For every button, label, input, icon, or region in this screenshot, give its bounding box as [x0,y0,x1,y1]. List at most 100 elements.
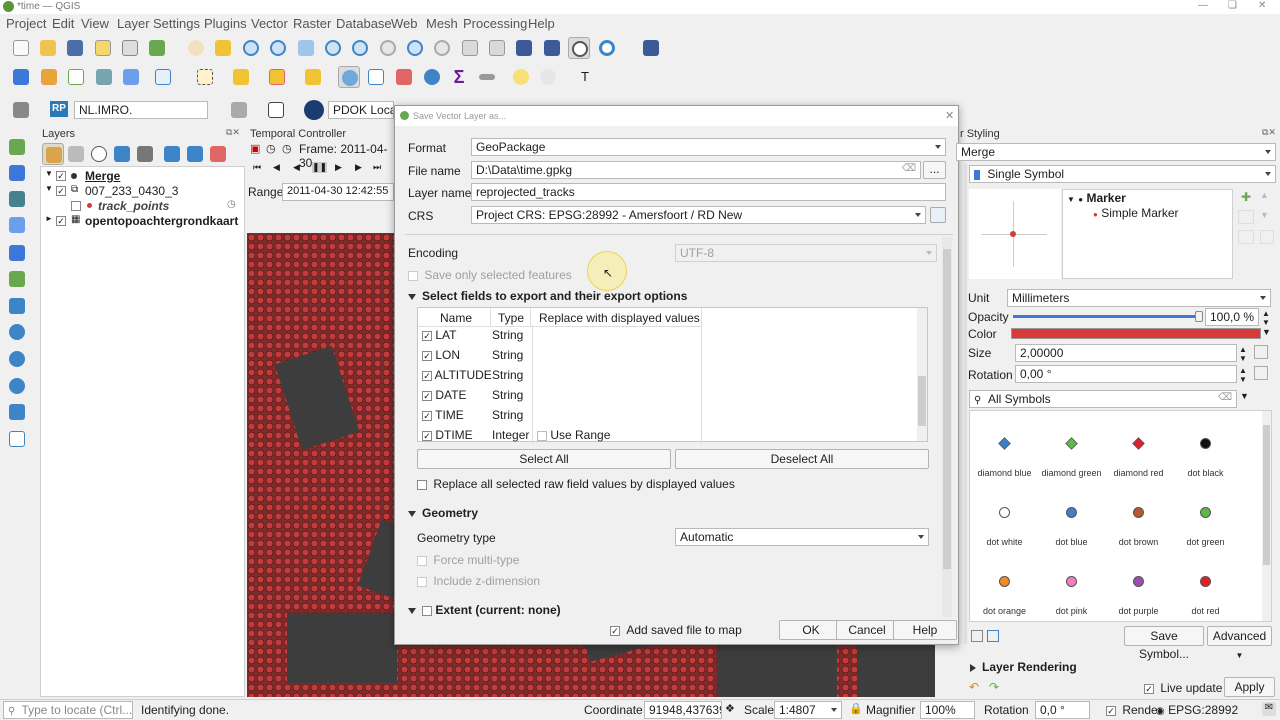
new-virtual-layer-icon[interactable] [152,66,174,88]
layer-rendering-section[interactable]: Layer Rendering [970,660,1077,674]
export-icon[interactable] [265,99,287,121]
add-delimited-text-icon[interactable] [6,214,28,236]
rp-badge[interactable]: RP [50,101,68,117]
undo-icon[interactable]: ↶ [969,680,983,694]
add-wms-icon[interactable] [6,321,28,343]
layer-stack-icon[interactable] [10,99,32,121]
rewind-to-start-icon[interactable]: ⏮ [253,162,261,173]
table-row[interactable]: ✓ LAT String [418,325,702,345]
options-scrollbar-thumb[interactable] [943,249,951,569]
toggle-extents-icon[interactable]: ❖ [725,702,735,715]
symbols-scrollbar[interactable] [1262,411,1271,621]
table-row[interactable]: ✓ DATE String [418,385,702,405]
field-date-checkbox[interactable]: ✓ [422,390,432,401]
previous-frame-icon[interactable]: ◀ [273,162,280,173]
save-symbol-button[interactable]: Save Symbol... [1124,626,1204,661]
symbol-item[interactable]: diamond blue [971,413,1038,482]
live-update-row[interactable]: ✓ Live update [1144,681,1222,695]
column-header-name[interactable]: Name [440,311,472,325]
pan-to-selection-icon[interactable] [212,37,234,59]
remove-layer-icon[interactable] [207,143,229,165]
geometry-type-combobox[interactable]: Automatic [675,528,929,546]
zoom-out-icon[interactable] [267,37,289,59]
merge-visible-checkbox[interactable]: ✓ [56,171,66,181]
symbol-item[interactable]: dot orange [971,551,1038,620]
layout-manager-icon[interactable] [119,37,141,59]
new-project-icon[interactable] [10,37,32,59]
layer-item-track-points[interactable]: track_points ◷ [41,199,241,214]
data-source-manager-icon[interactable] [10,66,32,88]
select-all-button[interactable]: Select All [417,449,671,469]
zoom-in-icon[interactable] [240,37,262,59]
open-project-icon[interactable] [37,37,59,59]
spin-arrows-icon[interactable]: ▲ ▼ [1239,366,1247,384]
add-wfs-icon[interactable] [6,348,28,370]
menu-project[interactable]: Project [6,16,46,31]
magnifier-spinbox[interactable]: 100% [920,701,975,719]
add-wcs-icon[interactable] [6,375,28,397]
field-time-checkbox[interactable]: ✓ [422,410,432,421]
lock-scale-icon[interactable]: 🔒 [849,702,863,715]
new-print-layout-icon[interactable] [92,37,114,59]
add-group-icon[interactable] [65,143,87,165]
new-geopackage-icon[interactable] [38,66,60,88]
ok-button[interactable]: OK [779,620,843,640]
spin-arrows-icon[interactable]: ▲ ▼ [1262,309,1270,327]
locator-search-input[interactable]: ⚲ Type to locate (Ctrl... [3,701,133,719]
measure-line-icon[interactable] [476,66,498,88]
dialog-close-icon[interactable]: ✕ [945,109,954,122]
zoom-full-icon[interactable] [295,37,317,59]
temporal-controller-icon[interactable] [568,37,590,59]
fields-scrollbar[interactable] [917,308,927,441]
scale-combobox[interactable]: 1:4807 [774,701,842,719]
opacity-slider-handle[interactable] [1195,311,1203,322]
manage-visibility-icon[interactable] [88,143,110,165]
maximize-icon[interactable]: ❑ [1228,0,1237,11]
menu-web[interactable]: Web [391,16,418,31]
symbol-item[interactable]: dot red [1172,551,1239,620]
save-selected-row[interactable]: Save only selected features [408,268,572,282]
filter-expression-icon[interactable] [134,143,156,165]
field-altitude-checkbox[interactable]: ✓ [422,370,432,381]
extent-checkbox[interactable] [422,605,432,616]
table-row[interactable]: ✓ TIME String [418,405,702,425]
track-points-visible-checkbox[interactable] [71,201,81,211]
menu-settings[interactable]: Settings [153,16,200,31]
style-manager-icon[interactable] [146,37,168,59]
zoom-next-icon[interactable] [431,37,453,59]
imro-search-input[interactable]: NL.IMRO. [74,101,208,119]
format-combobox[interactable]: GeoPackage [471,138,946,156]
lock-color-icon[interactable] [1238,230,1254,244]
expand-all-icon[interactable] [161,143,183,165]
symbol-item[interactable]: dot purple [1105,551,1172,620]
select-features-icon[interactable] [194,66,216,88]
temporal-fixed-range-icon[interactable]: ◷ [266,142,276,155]
next-frame-icon[interactable]: ▶ [355,162,362,173]
rotation-spinbox[interactable]: 0,00 ° [1015,365,1237,383]
add-to-map-row[interactable]: ✓ Add saved file to map [610,623,742,637]
map-tips-icon[interactable] [510,66,532,88]
unit-combobox[interactable]: Millimeters [1007,289,1271,307]
zoom-last-icon[interactable] [404,37,426,59]
identify-features-icon[interactable] [338,66,360,88]
color-button[interactable] [1011,328,1261,339]
deselect-all-button[interactable]: Deselect All [675,449,929,469]
dock-float-icon[interactable]: ⧉✕ [1262,127,1276,138]
menu-vector[interactable]: Vector [251,16,288,31]
column-header-replace[interactable]: Replace with displayed values [539,311,700,325]
column-header-type[interactable]: Type [498,311,524,325]
temporal-off-icon[interactable]: ▣ [250,142,260,155]
add-spatialite-icon[interactable] [6,242,28,264]
menu-database[interactable]: Database [336,16,392,31]
symbol-tree-marker[interactable]: ▼ ● Marker [1067,191,1126,205]
remove-symbol-layer-icon[interactable] [1238,210,1254,224]
add-mesh-layer-icon[interactable] [6,188,28,210]
table-row[interactable]: ✓ DTIME Integer Use Range [418,425,702,445]
minimize-icon[interactable]: — [1198,0,1208,11]
filter-legend-icon[interactable] [111,143,133,165]
data-defined-override-icon[interactable] [1254,366,1268,380]
add-to-map-checkbox[interactable]: ✓ [610,625,620,636]
replace-all-row[interactable]: Replace all selected raw field values by… [417,477,735,491]
new-shapefile-icon[interactable] [65,66,87,88]
select-by-value-icon[interactable] [230,66,252,88]
